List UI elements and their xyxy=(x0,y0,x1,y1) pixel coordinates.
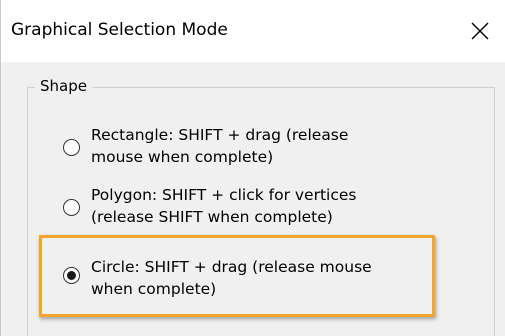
radio-button-rectangle[interactable] xyxy=(63,139,80,156)
radio-label-line: (release SHIFT when complete) xyxy=(91,208,333,226)
radio-button-circle[interactable] xyxy=(63,267,80,284)
shape-group-legend: Shape xyxy=(35,77,92,95)
radio-label-rectangle[interactable]: Rectangle: SHIFT + drag (release mouse w… xyxy=(91,124,471,168)
radio-label-polygon[interactable]: Polygon: SHIFT + click for vertices (rel… xyxy=(91,184,471,228)
radio-label-line: Polygon: SHIFT + click for vertices xyxy=(91,186,357,204)
radio-label-line: Circle: SHIFT + drag (release mouse xyxy=(91,258,372,276)
radio-label-line: mouse when complete) xyxy=(91,148,274,166)
radio-label-line: when complete) xyxy=(91,280,217,298)
close-icon xyxy=(471,22,489,40)
graphical-selection-dialog: Graphical Selection Mode Shape Rectangle… xyxy=(0,0,505,336)
radio-label-circle[interactable]: Circle: SHIFT + drag (release mouse when… xyxy=(91,256,471,300)
window-title: Graphical Selection Mode xyxy=(11,20,228,40)
radio-selected-dot xyxy=(67,271,76,280)
radio-button-polygon[interactable] xyxy=(63,199,80,216)
close-button[interactable] xyxy=(459,10,501,52)
radio-label-line: Rectangle: SHIFT + drag (release xyxy=(91,126,349,144)
title-bar: Graphical Selection Mode xyxy=(1,0,505,62)
